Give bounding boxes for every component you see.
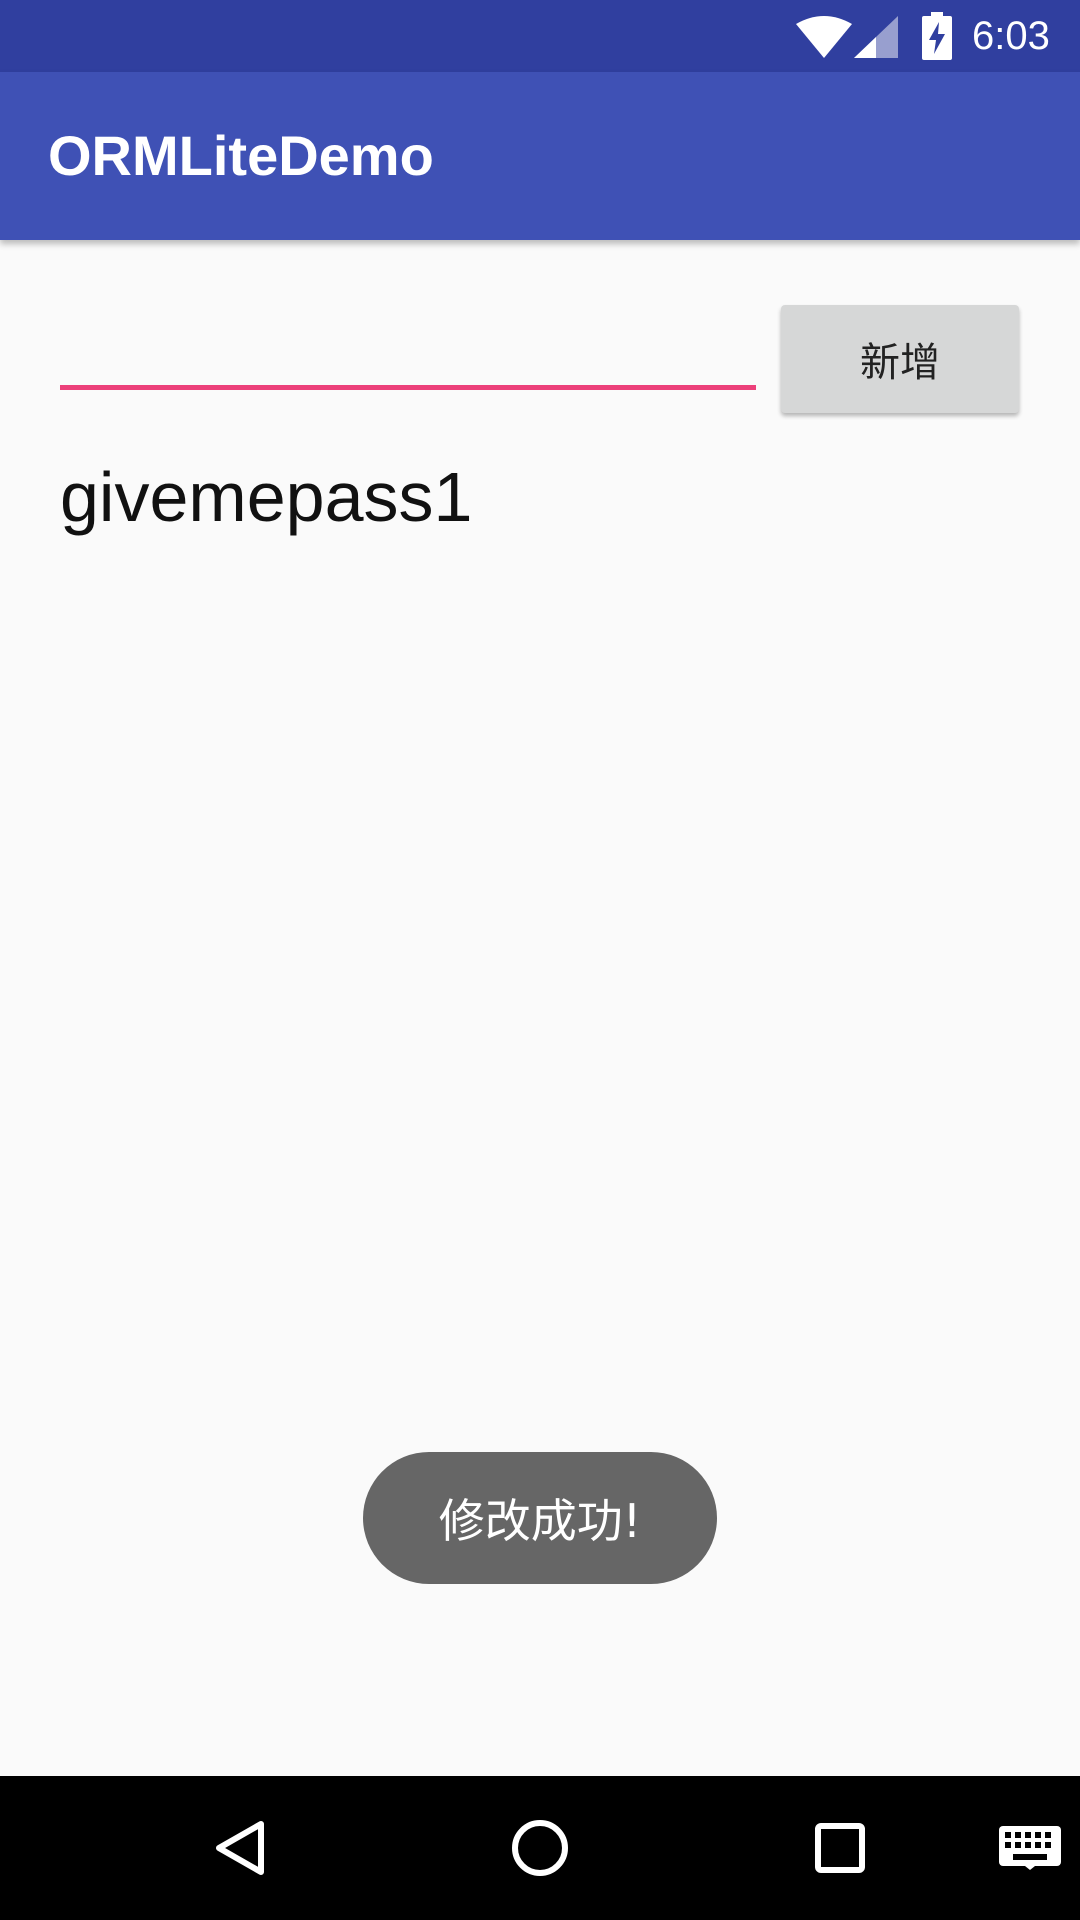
home-icon [512,1820,568,1876]
recent-apps-icon [815,1823,865,1873]
nav-home-button[interactable] [490,1776,590,1920]
toast-text: 修改成功! [438,1494,642,1548]
nav-keyboard-button[interactable] [980,1776,1080,1920]
battery-charging-icon [922,12,952,60]
add-button[interactable]: 新增 [781,305,1019,413]
app-bar: ORMLiteDemo [0,72,1080,240]
app-screen: 6:03 ORMLiteDemo 新增 givemepass1 修改成功! [0,0,1080,1920]
keyboard-icon [999,1826,1061,1870]
app-title: ORMLiteDemo [48,124,434,187]
status-time: 6:03 [972,14,1050,58]
list-item[interactable]: givemepass1 [60,455,472,539]
cellular-signal-icon [854,16,898,58]
wifi-icon [796,16,852,58]
nav-recent-apps-button[interactable] [790,1776,890,1920]
nav-back-button[interactable] [190,1776,290,1920]
toast-message: 修改成功! [363,1452,717,1584]
navigation-bar [0,1776,1080,1920]
status-bar: 6:03 [0,0,1080,72]
back-icon [216,1821,264,1875]
text-input[interactable] [60,300,756,390]
